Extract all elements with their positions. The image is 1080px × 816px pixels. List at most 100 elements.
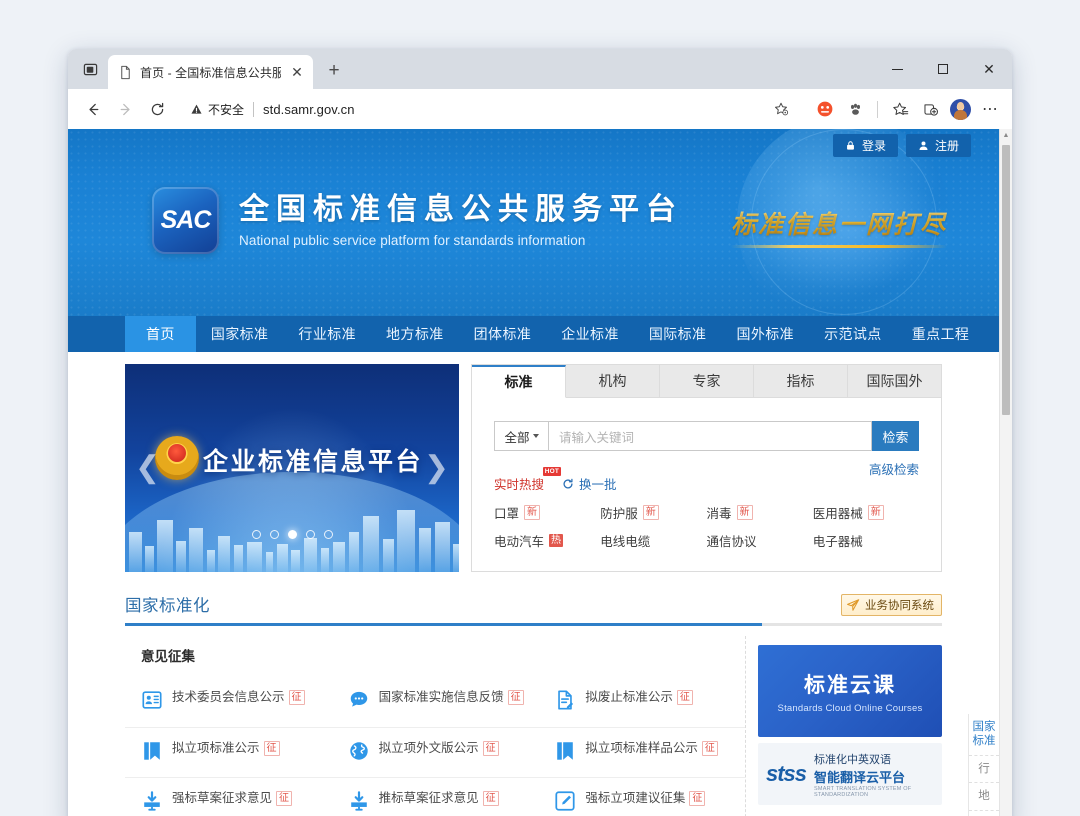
profile-avatar[interactable] (946, 95, 974, 123)
rail-item-local[interactable]: 地 (969, 783, 999, 811)
minimize-button[interactable] (874, 49, 920, 89)
tab-experts[interactable]: 专家 (660, 365, 754, 398)
tab-close-button[interactable]: ✕ (288, 63, 306, 81)
nav-item-foreign[interactable]: 国外标准 (721, 316, 809, 352)
toolbar-divider (877, 100, 878, 118)
keyword-item[interactable]: 通信协议 (707, 531, 813, 550)
search-scope-select[interactable]: 全部 (494, 421, 548, 451)
tab-organizations[interactable]: 机构 (566, 365, 660, 398)
page-scrollbar[interactable]: ▲ (999, 129, 1012, 816)
tab-standards[interactable]: 标准 (472, 365, 566, 398)
sac-logo-icon: SAC (152, 187, 219, 254)
nav-item-local[interactable]: 地方标准 (371, 316, 459, 352)
favorite-add-icon[interactable] (767, 95, 795, 123)
search-input[interactable]: 请输入关键词 (548, 421, 872, 451)
nav-item-pilot[interactable]: 示范试点 (809, 316, 897, 352)
header-calligraphy: 标准信息一网打尽 (730, 205, 947, 248)
item-tag: 征 (689, 791, 706, 806)
rail-item-national[interactable]: 国家 标准 (969, 714, 999, 756)
more-icon[interactable]: ⋯ (976, 95, 1004, 123)
back-button[interactable] (78, 94, 108, 124)
tab-search-icon[interactable] (72, 52, 108, 86)
scrollbar-thumb[interactable] (1002, 145, 1010, 415)
browser-tab[interactable]: 首页 - 全国标准信息公共服务平: ✕ (108, 55, 313, 89)
nav-item-national[interactable]: 国家标准 (196, 316, 284, 352)
list-item[interactable]: 拟立项外文版公示征 (331, 727, 539, 777)
list-item[interactable]: 拟立项标准样品公示征 (538, 727, 745, 777)
item-text: 拟废止标准公示 (585, 690, 673, 704)
list-item[interactable]: 强标草案征求意见征 (125, 777, 332, 816)
side-rail: 国家标准 行 地 团 国际 国外 (968, 714, 999, 816)
new-tab-button[interactable]: + (319, 56, 349, 86)
window-controls: ✕ (874, 49, 1012, 89)
keyword-item[interactable]: 口罩新 (494, 503, 600, 522)
login-button[interactable]: 登录 (832, 134, 898, 157)
item-text: 国家标准实施信息反馈 (378, 690, 504, 704)
nav-item-international[interactable]: 国际标准 (634, 316, 722, 352)
list-item[interactable]: 技术委员会信息公示征 (125, 677, 332, 727)
ad-cloud-course[interactable]: 标准云课 Standards Cloud Online Courses (758, 645, 942, 737)
carousel-dot[interactable] (269, 530, 279, 539)
site-title-cn: 全国标准信息公共服务平台 (239, 192, 683, 226)
security-warning[interactable]: 不安全 (190, 101, 244, 118)
carousel-dot[interactable] (323, 530, 333, 539)
stss-logo-icon: stss (766, 761, 807, 786)
keyword-item[interactable]: 消毒新 (707, 503, 813, 522)
login-label: 登录 (861, 139, 886, 153)
site-brand[interactable]: SAC 全国标准信息公共服务平台 National public service… (152, 187, 683, 254)
carousel-dot[interactable] (251, 530, 261, 539)
search-tabs: 标准 机构 专家 指标 国际国外 (472, 365, 941, 398)
nav-item-enterprise[interactable]: 企业标准 (546, 316, 634, 352)
tab-indicators[interactable]: 指标 (754, 365, 848, 398)
section-title: 国家标准化 (125, 597, 210, 615)
refresh-keywords-button[interactable]: 换一批 (562, 474, 617, 493)
keyword-item[interactable]: 电动汽车热 (494, 531, 600, 550)
register-button[interactable]: 注册 (905, 134, 971, 157)
forward-button[interactable] (110, 94, 140, 124)
keyword-label: 口罩 (494, 507, 520, 521)
favorites-icon[interactable] (886, 95, 914, 123)
nav-item-industry[interactable]: 行业标准 (283, 316, 371, 352)
item-tag: 征 (482, 791, 499, 806)
keyword-item[interactable]: 医用器械新 (813, 503, 919, 522)
search-button[interactable]: 检索 (872, 421, 919, 451)
list-item[interactable]: 拟废止标准公示征 (538, 677, 745, 727)
tab-international[interactable]: 国际国外 (848, 365, 941, 398)
ad-stss-translation[interactable]: stss 标准化中英双语 智能翻译云平台 SMART TRANSLATION S… (758, 743, 942, 805)
nav-item-projects[interactable]: 重点工程 (897, 316, 985, 352)
carousel-dot-active[interactable] (287, 530, 297, 539)
item-text: 强标草案征求意见 (172, 791, 273, 805)
rail-item-industry[interactable]: 行 (969, 756, 999, 784)
carousel-prev-button[interactable]: ❮ (135, 453, 160, 483)
business-collaboration-label: 业务协同系统 (865, 600, 934, 612)
reload-button[interactable] (142, 94, 172, 124)
list-item[interactable]: 推标草案征求意见征 (331, 777, 539, 816)
collections-icon[interactable] (916, 95, 944, 123)
bookmark-icon (141, 740, 163, 762)
list-item[interactable]: 拟立项标准公示征 (125, 727, 332, 777)
register-label: 注册 (934, 139, 959, 153)
list-item[interactable]: 强标立项建议征集征 (538, 777, 745, 816)
rail-item-group[interactable]: 团 (969, 811, 999, 816)
item-text: 技术委员会信息公示 (172, 690, 285, 704)
extension-paw-icon[interactable] (841, 95, 869, 123)
page-content: 企业标准信息平台 ❮ ❯ 标准 机构 专家 指标 国际国外 全部 请输入关键词 … (68, 352, 999, 816)
list-item[interactable]: 国家标准实施信息反馈征 (332, 677, 539, 727)
scroll-up-arrow[interactable]: ▲ (1000, 129, 1012, 142)
extension-orange-icon[interactable] (811, 95, 839, 123)
carousel-dot[interactable] (305, 530, 315, 539)
nav-item-group[interactable]: 团体标准 (459, 316, 547, 352)
business-collaboration-button[interactable]: 业务协同系统 (841, 594, 942, 616)
calligraphy-text: 标准信息一网打尽 (731, 205, 947, 241)
keyword-item[interactable]: 电子器械 (813, 531, 919, 550)
address-bar[interactable]: 不安全 std.samr.gov.cn (180, 95, 801, 123)
nav-item-home[interactable]: 首页 (125, 316, 196, 352)
keyword-item[interactable]: 防护服新 (600, 503, 706, 522)
carousel-next-button[interactable]: ❯ (424, 453, 449, 483)
paper-plane-icon (847, 599, 860, 611)
keyword-item[interactable]: 电线电缆 (600, 531, 706, 550)
close-window-button[interactable]: ✕ (966, 49, 1012, 89)
maximize-button[interactable] (920, 49, 966, 89)
hero-carousel[interactable]: 企业标准信息平台 ❮ ❯ (125, 364, 459, 572)
ad-cloud-course-cn: 标准云课 (804, 673, 896, 697)
